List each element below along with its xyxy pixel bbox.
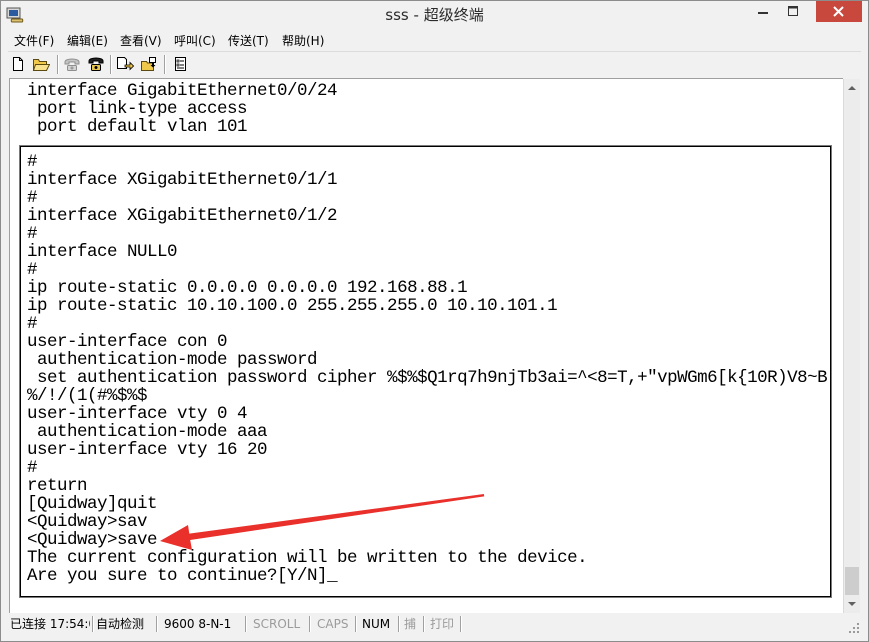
terminal-line: interface NULL0 <box>27 242 178 262</box>
terminal-line: <Quidway>save <box>27 530 158 550</box>
new-file-icon <box>13 57 23 71</box>
terminal-line: interface XGigabitEthernet0/1/2 <box>27 206 338 226</box>
properties-icon <box>175 57 186 71</box>
receive-button[interactable] <box>139 56 159 74</box>
status-separator <box>460 616 462 632</box>
terminal-line: # <box>27 314 38 334</box>
new-connection-button[interactable] <box>8 56 28 74</box>
scrollback-line: interface GigabitEthernet0/0/24 <box>27 81 338 101</box>
menu-transfer[interactable]: 传送(T) <box>228 31 269 51</box>
terminal-line: # <box>27 152 38 172</box>
terminal-line: authentication-mode aaa <box>27 422 268 442</box>
terminal-line: interface XGigabitEthernet0/1/1 <box>27 170 338 190</box>
terminal-line: authentication-mode password <box>27 350 318 370</box>
terminal-line: <Quidway>sav <box>27 512 148 532</box>
terminal-line: # <box>27 260 38 280</box>
maximize-button[interactable] <box>779 1 807 22</box>
status-num: NUM <box>362 617 391 631</box>
terminal-line: The current configuration will be writte… <box>27 548 588 568</box>
call-icon <box>64 58 80 71</box>
scrollback-line: port link-type access <box>27 99 248 119</box>
menu-file[interactable]: 文件(F) <box>14 31 54 51</box>
terminal-line: # <box>27 188 38 208</box>
toolbar-separator <box>164 55 166 74</box>
menu-view[interactable]: 查看(V) <box>120 31 162 51</box>
hyperterminal-window: sss - 超级终端 文件(F) 编辑(E) 查看(V) 呼叫(C) 传送(T)… <box>0 0 869 642</box>
status-detect: 自动检测 <box>96 617 145 631</box>
maximize-icon <box>788 6 798 16</box>
terminal-line: ip route-static 0.0.0.0 0.0.0.0 192.168.… <box>27 278 468 298</box>
status-separator <box>309 616 311 632</box>
terminal-line: user-interface con 0 <box>27 332 228 352</box>
status-bar: 已连接 17:54:0 自动检测 9600 8-N-1 SCROLL CAPS … <box>8 614 861 634</box>
terminal-line: return <box>27 476 88 496</box>
menu-help[interactable]: 帮助(H) <box>282 31 324 51</box>
title-bar[interactable]: sss - 超级终端 <box>0 0 869 30</box>
terminal-screen[interactable]: # interface XGigabitEthernet0/1/1 # inte… <box>20 146 831 597</box>
terminal-pane[interactable]: interface GigabitEthernet0/0/24 port lin… <box>9 78 843 613</box>
status-print: 打印 <box>430 617 455 631</box>
terminal-scrollback: interface GigabitEthernet0/0/24 port lin… <box>27 82 827 136</box>
close-icon <box>833 6 844 17</box>
status-connection: 已连接 17:54:0 <box>10 617 90 631</box>
status-separator <box>355 616 357 632</box>
terminal-line: [Quidway]quit <box>27 494 158 514</box>
status-port-settings: 9600 8-N-1 <box>164 617 232 631</box>
status-separator <box>245 616 247 632</box>
toolbar-separator <box>110 55 112 74</box>
chevron-up-icon <box>848 86 856 90</box>
menu-edit[interactable]: 编辑(E) <box>67 31 108 51</box>
scrollback-line: port default vlan 101 <box>27 117 248 137</box>
terminal-line: # <box>27 458 38 478</box>
status-separator <box>423 616 425 632</box>
status-separator <box>92 616 94 632</box>
receive-file-icon <box>141 57 156 71</box>
status-separator <box>398 616 400 632</box>
menu-bar: 文件(F) 编辑(E) 查看(V) 呼叫(C) 传送(T) 帮助(H) <box>8 31 861 51</box>
menu-call[interactable]: 呼叫(C) <box>174 31 216 51</box>
status-scroll: SCROLL <box>253 617 301 631</box>
terminal-prompt-line: Are you sure to continue?[Y/N]_ <box>27 567 830 585</box>
hyperterminal-app-icon[interactable] <box>6 6 24 24</box>
open-folder-icon <box>32 59 50 71</box>
chevron-down-icon <box>848 602 856 606</box>
vertical-scrollbar[interactable] <box>843 79 860 613</box>
close-button[interactable] <box>816 1 862 22</box>
send-file-icon <box>117 57 134 71</box>
terminal-line: # <box>27 224 38 244</box>
scrollbar-thumb[interactable] <box>845 567 859 595</box>
terminal-cursor: _ <box>327 566 338 586</box>
prompt-text: Are you sure to continue?[Y/N] <box>27 566 328 586</box>
status-separator <box>156 616 158 632</box>
status-caps: CAPS <box>317 617 349 631</box>
send-button[interactable] <box>115 56 135 74</box>
scroll-down-button[interactable] <box>844 596 860 613</box>
hang-up-icon <box>88 57 104 71</box>
toolbar-separator <box>57 55 59 74</box>
hang-up-button[interactable] <box>86 56 106 74</box>
window-title: sss - 超级终端 <box>385 6 484 24</box>
open-button[interactable] <box>31 56 51 74</box>
status-capture: 捕 <box>404 617 417 631</box>
toolbar <box>8 51 861 77</box>
terminal-line: set authentication password cipher %$%$Q… <box>27 368 828 388</box>
terminal-line: %/!/(1(#%$%$ <box>27 386 148 406</box>
resize-grip-icon[interactable] <box>848 620 860 633</box>
scroll-up-button[interactable] <box>844 79 860 96</box>
terminal-line: user-interface vty 16 20 <box>27 440 268 460</box>
call-button[interactable] <box>62 56 82 74</box>
terminal-line: ip route-static 10.10.100.0 255.255.255.… <box>27 296 558 316</box>
minimize-icon <box>758 12 768 14</box>
properties-button[interactable] <box>171 56 191 74</box>
minimize-button[interactable] <box>749 1 777 22</box>
terminal-line: user-interface vty 0 4 <box>27 404 248 424</box>
